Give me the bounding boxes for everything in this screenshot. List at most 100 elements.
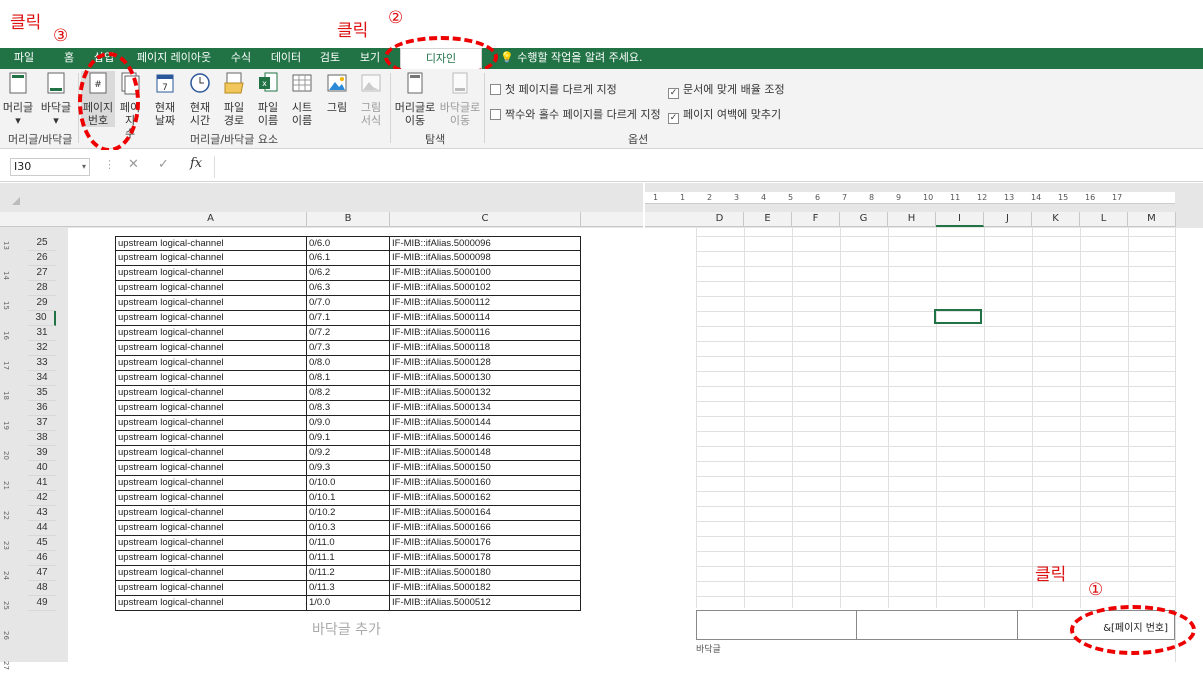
col-header-i[interactable]: I (936, 212, 984, 227)
cell-a[interactable]: upstream logical-channel (115, 266, 307, 281)
cell-a[interactable]: upstream logical-channel (115, 476, 307, 491)
current-date-button[interactable]: 7 현재 날짜 (150, 71, 180, 127)
row-number[interactable]: 29 (28, 296, 56, 311)
row-number[interactable]: 44 (28, 521, 56, 536)
function-icon[interactable]: fx (190, 156, 202, 171)
row-number[interactable]: 43 (28, 506, 56, 521)
cell-c[interactable]: IF-MIB::ifAlias.5000512 (390, 596, 581, 611)
cell-a[interactable]: upstream logical-channel (115, 326, 307, 341)
cell-b[interactable]: 0/7.1 (307, 311, 390, 326)
row-number[interactable]: 26 (28, 251, 56, 266)
cell-b[interactable]: 0/11.1 (307, 551, 390, 566)
cell-c[interactable]: IF-MIB::ifAlias.5000144 (390, 416, 581, 431)
cell-b[interactable]: 0/10.2 (307, 506, 390, 521)
col-header-k[interactable]: K (1032, 212, 1080, 227)
row-number[interactable]: 35 (28, 386, 56, 401)
row-number[interactable]: 48 (28, 581, 56, 596)
select-all-corner[interactable] (12, 197, 20, 205)
cell-c[interactable]: IF-MIB::ifAlias.5000178 (390, 551, 581, 566)
cell-c[interactable]: IF-MIB::ifAlias.5000146 (390, 431, 581, 446)
cell-a[interactable]: upstream logical-channel (115, 416, 307, 431)
selected-cell-i30[interactable] (934, 309, 982, 324)
col-header-j[interactable]: J (984, 212, 1032, 227)
cell-b[interactable]: 0/8.3 (307, 401, 390, 416)
col-header-f[interactable]: F (792, 212, 840, 227)
cell-b[interactable]: 0/7.3 (307, 341, 390, 356)
cell-c[interactable]: IF-MIB::ifAlias.5000162 (390, 491, 581, 506)
cell-a[interactable]: upstream logical-channel (115, 581, 307, 596)
cell-a[interactable]: upstream logical-channel (115, 296, 307, 311)
cell-a[interactable]: upstream logical-channel (115, 371, 307, 386)
format-picture-button[interactable]: 그림 서식 (356, 71, 386, 127)
go-to-header-button[interactable]: 머리글로 이동 (393, 71, 437, 127)
row-number[interactable]: 47 (28, 566, 56, 581)
file-name-button[interactable]: x 파일 이름 (253, 71, 283, 127)
cell-c[interactable]: IF-MIB::ifAlias.5000150 (390, 461, 581, 476)
cell-b[interactable]: 0/11.2 (307, 566, 390, 581)
cell-b[interactable]: 0/6.3 (307, 281, 390, 296)
cell-a[interactable]: upstream logical-channel (115, 551, 307, 566)
cell-b[interactable]: 0/9.0 (307, 416, 390, 431)
cell-c[interactable]: IF-MIB::ifAlias.5000130 (390, 371, 581, 386)
tell-me-box[interactable]: 💡 수행할 작업을 알려 주세요. (500, 48, 660, 69)
row-number[interactable]: 40 (28, 461, 56, 476)
checkbox-icon[interactable] (490, 109, 501, 120)
cell-b[interactable]: 0/11.0 (307, 536, 390, 551)
checkbox-icon[interactable] (490, 84, 501, 95)
row-number[interactable]: 45 (28, 536, 56, 551)
row-number[interactable]: 42 (28, 491, 56, 506)
cancel-icon[interactable]: ✕ (128, 157, 139, 172)
col-header-a[interactable]: A (115, 212, 307, 227)
cell-a[interactable]: upstream logical-channel (115, 491, 307, 506)
cell-b[interactable]: 0/6.1 (307, 251, 390, 266)
cell-b[interactable]: 0/10.1 (307, 491, 390, 506)
cell-b[interactable]: 0/6.2 (307, 266, 390, 281)
cell-c[interactable]: IF-MIB::ifAlias.5000128 (390, 356, 581, 371)
cell-c[interactable]: IF-MIB::ifAlias.5000182 (390, 581, 581, 596)
cell-a[interactable]: upstream logical-channel (115, 521, 307, 536)
picture-button[interactable]: 그림 (322, 71, 352, 114)
option-different-odd-even[interactable]: 짝수와 홀수 페이지를 다르게 지정 (490, 106, 661, 122)
cell-b[interactable]: 0/9.3 (307, 461, 390, 476)
cell-a[interactable]: upstream logical-channel (115, 281, 307, 296)
chevron-down-icon[interactable]: ▾ (82, 159, 86, 175)
col-header-b[interactable]: B (307, 212, 390, 227)
row-number[interactable]: 37 (28, 416, 56, 431)
cell-a[interactable]: upstream logical-channel (115, 566, 307, 581)
option-different-first-page[interactable]: 첫 페이지를 다르게 지정 (490, 81, 617, 97)
row-number[interactable]: 31 (28, 326, 56, 341)
cell-b[interactable]: 0/10.0 (307, 476, 390, 491)
cell-b[interactable]: 0/9.1 (307, 431, 390, 446)
cell-b[interactable]: 1/0.0 (307, 596, 390, 611)
header-button[interactable]: 머리글 ▾ (0, 71, 36, 127)
cell-a[interactable]: upstream logical-channel (115, 431, 307, 446)
add-footer-placeholder[interactable]: 바닥글 추가 (312, 619, 381, 639)
cell-c[interactable]: IF-MIB::ifAlias.5000132 (390, 386, 581, 401)
row-number[interactable]: 41 (28, 476, 56, 491)
col-header-g[interactable]: G (840, 212, 888, 227)
tab-formulas[interactable]: 수식 (226, 48, 256, 69)
cell-c[interactable]: IF-MIB::ifAlias.5000098 (390, 251, 581, 266)
tab-review[interactable]: 검토 (314, 48, 346, 69)
cell-c[interactable]: IF-MIB::ifAlias.5000116 (390, 326, 581, 341)
row-number[interactable]: 36 (28, 401, 56, 416)
col-header-e[interactable]: E (744, 212, 792, 227)
cell-b[interactable]: 0/7.0 (307, 296, 390, 311)
checkbox-checked-icon[interactable]: ✓ (668, 88, 679, 99)
sheet-name-button[interactable]: 시트 이름 (287, 71, 317, 127)
cell-a[interactable]: upstream logical-channel (115, 596, 307, 611)
footer-button[interactable]: 바닥글 ▾ (38, 71, 74, 127)
col-header-l[interactable]: L (1080, 212, 1128, 227)
tab-file[interactable]: 파일 (8, 48, 40, 69)
col-header-c[interactable]: C (390, 212, 581, 227)
cell-a[interactable]: upstream logical-channel (115, 386, 307, 401)
tab-home[interactable]: 홈 (58, 48, 80, 69)
cell-a[interactable]: upstream logical-channel (115, 506, 307, 521)
cell-c[interactable]: IF-MIB::ifAlias.5000180 (390, 566, 581, 581)
row-number[interactable]: 25 (28, 236, 56, 251)
col-header-m[interactable]: M (1128, 212, 1176, 227)
tab-view[interactable]: 보기 (354, 48, 386, 69)
row-number[interactable]: 33 (28, 356, 56, 371)
cell-b[interactable]: 0/8.2 (307, 386, 390, 401)
row-number[interactable]: 39 (28, 446, 56, 461)
